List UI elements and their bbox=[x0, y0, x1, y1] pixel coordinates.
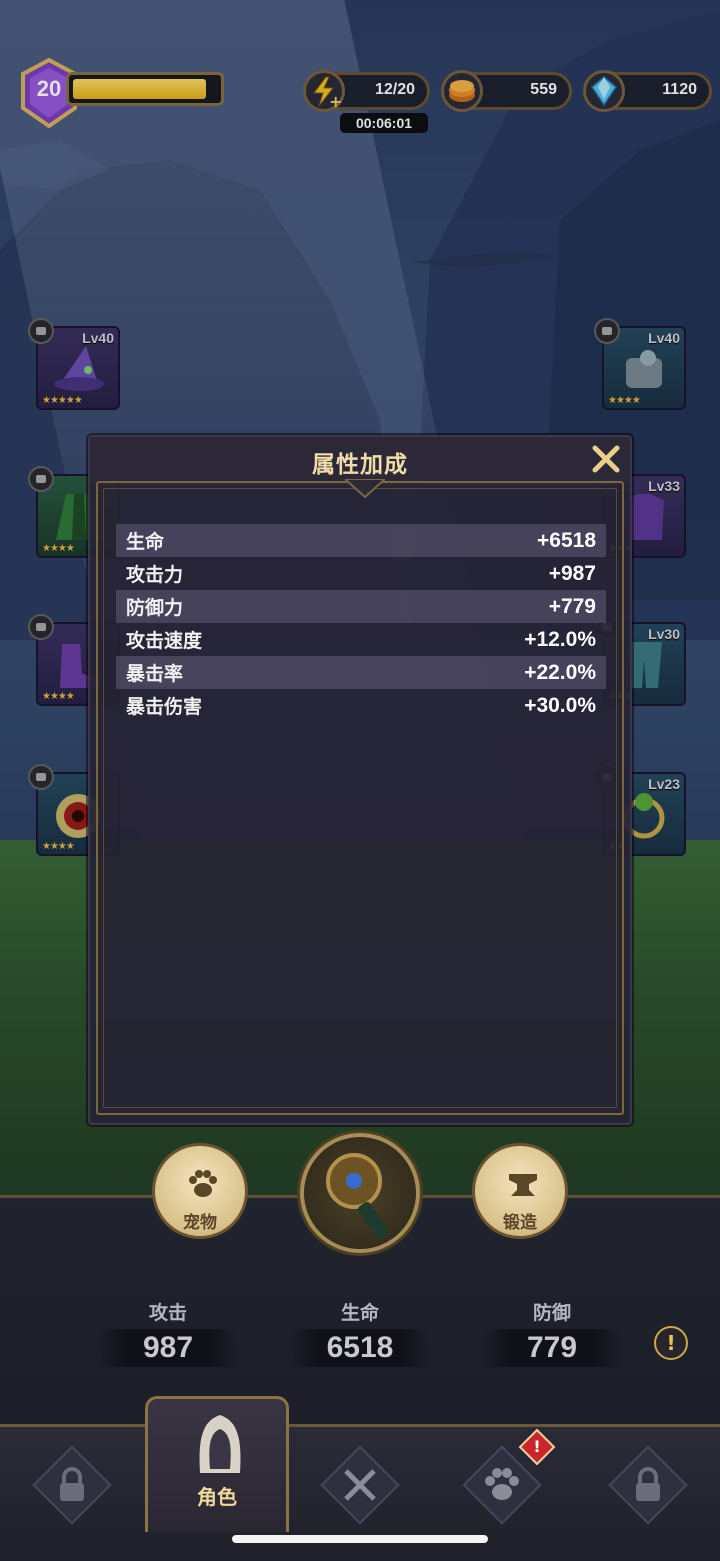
nav-item-locked-2[interactable] bbox=[608, 1445, 688, 1527]
dialog-title: 属性加成 bbox=[312, 452, 408, 478]
stat-row: 暴击伤害 +30.0% bbox=[116, 689, 606, 722]
stat-value: +987 bbox=[548, 561, 596, 585]
crossed-swords-icon bbox=[344, 1469, 376, 1501]
dialog-header: 属性加成 bbox=[90, 437, 630, 485]
stat-row: 攻击力 +987 bbox=[116, 557, 606, 590]
forge-button[interactable]: 锻造 bbox=[472, 1143, 568, 1239]
defense-value: 779 bbox=[482, 1329, 622, 1367]
padlock-icon bbox=[636, 1467, 660, 1501]
nav-item-locked-1[interactable] bbox=[32, 1445, 112, 1527]
defense-summary: 防御 779 bbox=[482, 1298, 622, 1367]
frame-ornament bbox=[345, 479, 385, 499]
stat-row: 防御力 +779 bbox=[116, 590, 606, 623]
stat-value: +12.0% bbox=[524, 627, 596, 651]
anvil-icon bbox=[509, 1174, 537, 1196]
hp-summary: 生命 6518 bbox=[290, 1298, 430, 1367]
pet-button[interactable]: 宠物 bbox=[152, 1143, 248, 1239]
close-icon bbox=[592, 445, 620, 473]
close-button[interactable] bbox=[590, 443, 622, 475]
padlock-icon bbox=[60, 1467, 84, 1501]
nav-character-label: 角色 bbox=[197, 1485, 237, 1509]
hooded-hero-icon bbox=[199, 1415, 241, 1473]
nav-item-battle[interactable] bbox=[320, 1445, 400, 1527]
defense-label: 防御 bbox=[532, 1302, 571, 1324]
stat-name: 攻击速度 bbox=[126, 630, 203, 652]
mace-weapon-icon bbox=[326, 1153, 389, 1239]
stat-name: 暴击率 bbox=[126, 663, 184, 685]
forge-button-label: 锻造 bbox=[503, 1213, 537, 1233]
attack-value: 987 bbox=[98, 1329, 238, 1367]
stat-row: 生命 +6518 bbox=[116, 524, 606, 557]
stat-value: +30.0% bbox=[524, 693, 596, 717]
alert-mark: ! bbox=[533, 1437, 541, 1456]
nav-item-character[interactable]: 角色 bbox=[145, 1396, 289, 1532]
paw-icon bbox=[485, 1468, 519, 1500]
stat-value: +6518 bbox=[537, 528, 596, 552]
hp-label: 生命 bbox=[340, 1302, 379, 1324]
stat-value: +22.0% bbox=[524, 660, 596, 684]
attack-summary: 攻击 987 bbox=[98, 1298, 238, 1367]
pet-button-label: 宠物 bbox=[183, 1213, 217, 1233]
home-indicator[interactable] bbox=[232, 1535, 488, 1543]
stat-row: 攻击速度 +12.0% bbox=[116, 623, 606, 656]
stat-name: 防御力 bbox=[126, 597, 184, 619]
attack-label: 攻击 bbox=[148, 1302, 187, 1324]
stat-name: 暴击伤害 bbox=[126, 696, 203, 718]
hp-value: 6518 bbox=[290, 1329, 430, 1367]
stat-list: 生命 +6518 攻击力 +987 防御力 +779 攻击速度 +12.0% 暴… bbox=[116, 524, 606, 722]
paw-icon bbox=[189, 1170, 217, 1197]
stat-name: 生命 bbox=[126, 531, 165, 553]
stat-row: 暴击率 +22.0% bbox=[116, 656, 606, 689]
stat-value: +779 bbox=[548, 594, 596, 618]
stat-name: 攻击力 bbox=[126, 564, 184, 586]
weapon-button[interactable] bbox=[300, 1133, 420, 1253]
info-button[interactable]: ! bbox=[654, 1326, 688, 1360]
attribute-bonus-dialog: 属性加成 生命 +6518 攻击力 +987 防御力 +779 攻击速度 +12… bbox=[88, 435, 632, 1125]
